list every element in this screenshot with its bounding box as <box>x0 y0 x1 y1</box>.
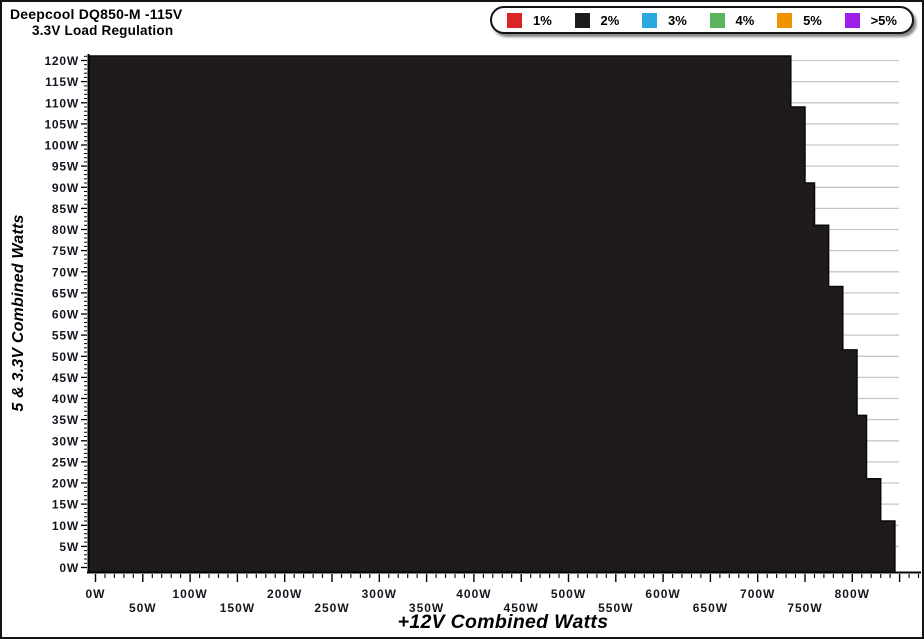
chart-canvas: Deepcool DQ850-M -115V 3.3V Load Regulat… <box>0 0 924 639</box>
y-tick-label: 95W <box>52 160 79 174</box>
y-tick-label: 90W <box>52 181 79 195</box>
x-axis-title: +12V Combined Watts <box>397 611 609 633</box>
y-tick-label: 0W <box>59 561 79 575</box>
y-tick-label: 50W <box>52 350 79 364</box>
y-tick-label: 100W <box>44 139 79 153</box>
y-tick-label: 85W <box>52 202 79 216</box>
y-tick-label: 20W <box>52 477 79 491</box>
y-tick-label: 120W <box>44 54 79 68</box>
y-tick-label: 25W <box>52 455 79 469</box>
y-tick-label: 15W <box>52 498 79 512</box>
x-tick-label: 0W <box>86 587 106 601</box>
x-tick-label: 400W <box>456 587 491 601</box>
x-tick-label: 600W <box>645 587 680 601</box>
y-tick-label: 5W <box>59 540 79 554</box>
x-tick-label: 700W <box>740 587 775 601</box>
y-axis-title: 5 & 3.3V Combined Watts <box>10 214 27 412</box>
y-tick-label: 110W <box>45 96 79 110</box>
y-tick-label: 80W <box>52 223 79 237</box>
y-tick-label: 45W <box>52 371 79 385</box>
y-tick-label: 65W <box>52 286 79 300</box>
y-tick-label: 35W <box>52 413 79 427</box>
y-tick-label: 105W <box>44 117 79 131</box>
y-tick-label: 55W <box>52 329 79 343</box>
x-tick-label: 200W <box>267 587 302 601</box>
y-tick-label: 70W <box>52 265 79 279</box>
regulation-region <box>88 55 896 574</box>
x-tick-label: 300W <box>362 587 397 601</box>
y-tick-label: 40W <box>52 392 79 406</box>
y-tick-label: 75W <box>52 244 79 258</box>
x-tick-label: 100W <box>172 587 207 601</box>
y-tick-label: 115W <box>45 75 79 89</box>
y-tick-label: 10W <box>52 519 79 533</box>
plot-area: 0W 5W 10W 15W 20W 25W 30W 35W 40W 45W 50W 55W 60W 65W… <box>44 54 921 615</box>
y-tick-label: 60W <box>52 308 79 322</box>
x-tick-label: 800W <box>835 587 870 601</box>
x-tick-label: 500W <box>551 587 586 601</box>
y-tick-label: 30W <box>52 434 79 448</box>
